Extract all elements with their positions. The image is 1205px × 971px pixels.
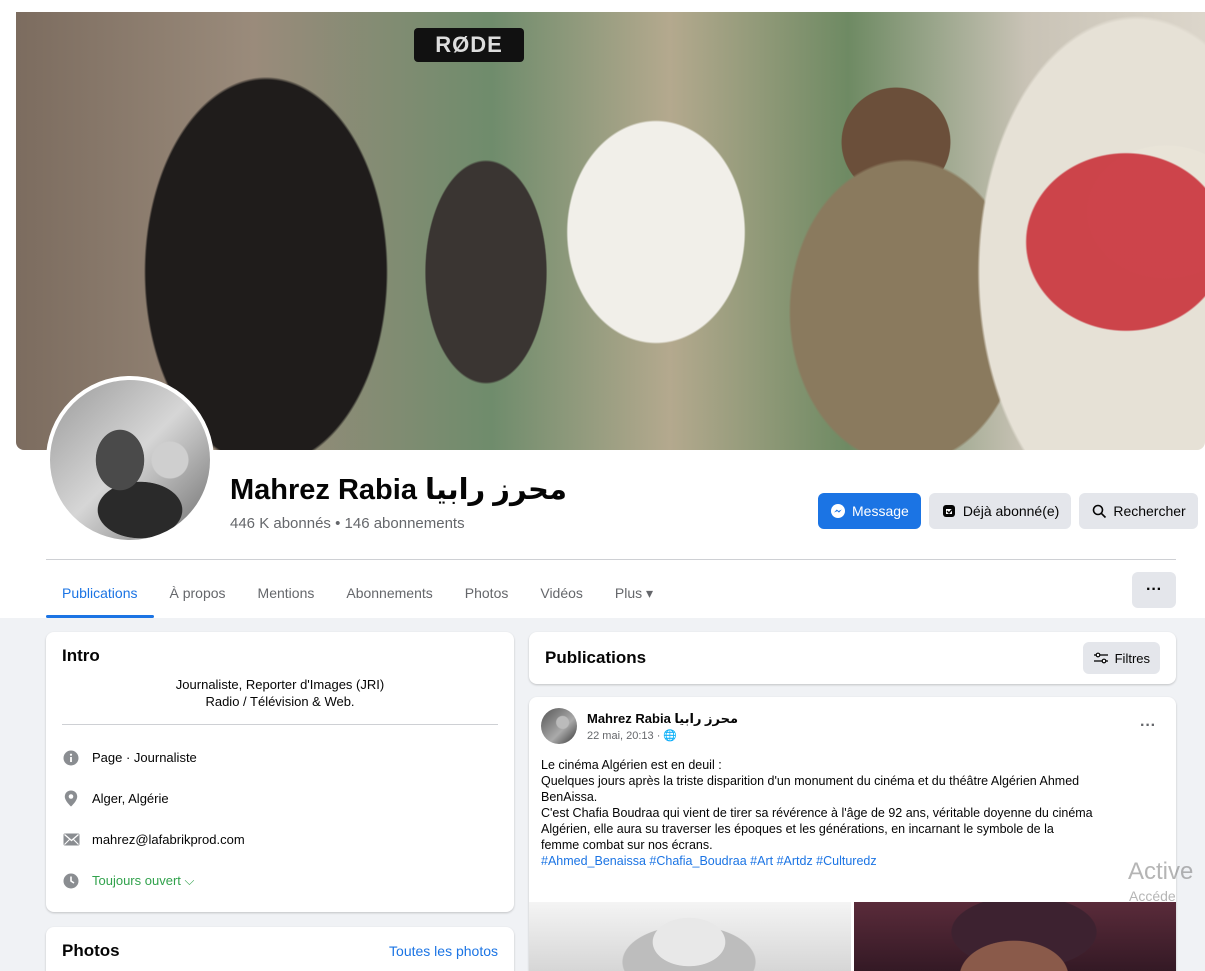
more-options-button[interactable]: ···	[1132, 572, 1176, 608]
post-image[interactable]	[854, 902, 1176, 971]
detail-location: Alger, Algérie	[62, 778, 498, 819]
detail-text: Alger, Algérie	[92, 791, 169, 806]
filters-label: Filtres	[1114, 650, 1150, 666]
tab-mentions[interactable]: Mentions	[242, 568, 331, 618]
detail-category: Page · Journaliste	[62, 737, 498, 778]
bio-line: Journaliste, Reporter d'Images (JRI)	[175, 677, 385, 692]
filter-sliders-icon	[1093, 650, 1109, 666]
detail-text: Toujours ouvert ⌵	[92, 872, 195, 888]
tab-publications[interactable]: Publications	[46, 568, 154, 618]
post-line: BenAissa.	[541, 790, 598, 804]
publications-title: Publications	[545, 648, 647, 667]
intro-card: Intro Journaliste, Reporter d'Images (JR…	[46, 632, 514, 912]
post-line: C'est Chafia Boudraa qui vient de tirer …	[541, 806, 1093, 820]
tab-a-propos[interactable]: À propos	[154, 568, 242, 618]
post-line: Quelques jours après la triste dispariti…	[541, 774, 1080, 788]
post-timestamp[interactable]: 22 mai, 20:13 · 🌐	[587, 729, 677, 742]
messenger-icon	[830, 503, 846, 519]
publications-header: Publications Filtres	[529, 632, 1176, 684]
bio-line: Radio / Télévision & Web.	[205, 694, 355, 709]
profile-actions: Message Déjà abonné(e) Rechercher	[818, 493, 1198, 529]
message-button[interactable]: Message	[818, 493, 921, 529]
post-image[interactable]	[529, 902, 851, 971]
photos-card: Photos Toutes les photos	[46, 927, 514, 971]
info-icon	[62, 749, 80, 767]
detail-hours[interactable]: Toujours ouvert ⌵	[62, 860, 498, 901]
tab-photos[interactable]: Photos	[449, 568, 525, 618]
activation-watermark: Active	[1128, 858, 1194, 885]
profile-avatar[interactable]	[46, 376, 214, 544]
cover-mic-brand: RØDE	[414, 28, 524, 62]
detail-email[interactable]: mahrez@lafabrikprod.com	[62, 819, 498, 860]
tab-videos[interactable]: Vidéos	[524, 568, 599, 618]
search-icon	[1091, 503, 1107, 519]
header-divider	[46, 559, 1176, 560]
tab-plus[interactable]: Plus ▾	[599, 568, 669, 618]
clock-icon	[62, 872, 80, 890]
tab-abonnements[interactable]: Abonnements	[330, 568, 448, 618]
email-icon	[62, 831, 80, 849]
intro-title: Intro	[62, 646, 100, 665]
activation-watermark-sub: Accéde	[1129, 888, 1176, 904]
detail-text: Page · Journaliste	[92, 750, 197, 765]
message-label: Message	[852, 503, 909, 519]
post-line: Le cinéma Algérien est en deuil :	[541, 758, 722, 772]
detail-text: mahrez@lafabrikprod.com	[92, 832, 245, 847]
post-author[interactable]: Mahrez Rabia محرز رابيا	[587, 711, 738, 727]
all-photos-link[interactable]: Toutes les photos	[389, 943, 498, 959]
subscribed-icon	[941, 503, 957, 519]
post-images	[529, 902, 1176, 971]
post-body: Le cinéma Algérien est en deuil : Quelqu…	[541, 757, 1163, 869]
profile-name: Mahrez Rabia محرز رابيا	[230, 474, 567, 506]
location-pin-icon	[62, 790, 80, 808]
filters-button[interactable]: Filtres	[1082, 642, 1160, 674]
search-label: Rechercher	[1113, 503, 1186, 519]
profile-stats[interactable]: 446 K abonnés • 146 abonnements	[230, 515, 465, 532]
cover-photo[interactable]: RØDE	[16, 12, 1205, 450]
intro-bio: Journaliste, Reporter d'Images (JRI) Rad…	[62, 676, 498, 710]
post-menu-button[interactable]: ···	[1140, 717, 1156, 735]
subscribed-label: Déjà abonné(e)	[962, 503, 1060, 519]
intro-divider	[62, 724, 498, 725]
post-hashtags[interactable]: #Ahmed_Benaissa #Chafia_Boudraa #Art #Ar…	[541, 853, 1163, 869]
post-card: Mahrez Rabia محرز رابيا 22 mai, 20:13 · …	[529, 697, 1176, 971]
post-avatar[interactable]	[541, 708, 577, 744]
subscribed-button[interactable]: Déjà abonné(e)	[928, 493, 1072, 529]
post-line: femme combat sur nos écrans.	[541, 838, 713, 852]
post-line: Algérien, elle aura su traverser les épo…	[541, 822, 1054, 836]
profile-tabs: Publications À propos Mentions Abonnemen…	[46, 568, 669, 618]
search-button[interactable]: Rechercher	[1079, 493, 1198, 529]
